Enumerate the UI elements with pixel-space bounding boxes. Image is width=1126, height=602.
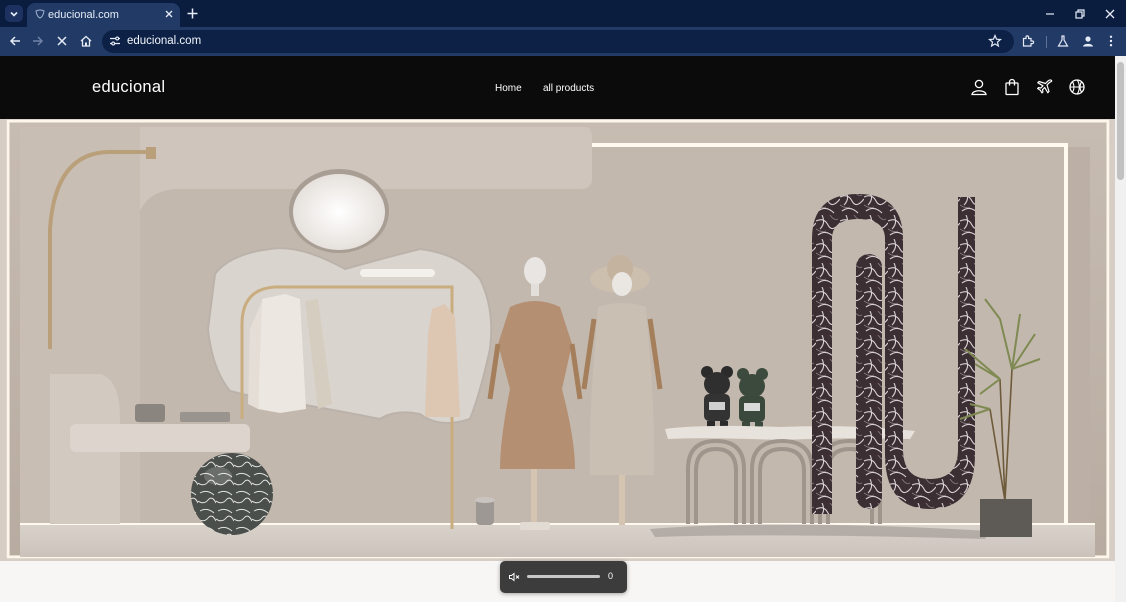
back-arrow-icon[interactable]: [8, 34, 22, 48]
browser-tab[interactable]: educional.com: [27, 3, 180, 27]
tab-search-button[interactable]: [5, 5, 23, 22]
page-scrollbar[interactable]: [1115, 56, 1126, 602]
account-user-icon[interactable]: [970, 78, 988, 96]
hero-showroom-image: [0, 119, 1115, 561]
home-icon[interactable]: [79, 34, 93, 48]
airplane-icon[interactable]: [1036, 78, 1054, 96]
bookmark-star-icon[interactable]: [988, 34, 1002, 48]
nav-link-all-products[interactable]: all products: [543, 83, 594, 94]
forward-arrow-icon[interactable]: [31, 34, 45, 48]
volume-control-bar: 0: [500, 561, 627, 593]
labs-flask-icon[interactable]: [1056, 34, 1070, 48]
nav-link-home[interactable]: Home: [495, 83, 522, 94]
volume-value: 0: [608, 571, 614, 581]
hero-banner: [0, 119, 1115, 561]
close-window-icon[interactable]: [1103, 7, 1117, 21]
profile-avatar-icon[interactable]: [1081, 34, 1095, 48]
chevron-down-icon: [10, 11, 18, 17]
site-favicon-icon: [35, 9, 45, 19]
restore-icon[interactable]: [1073, 7, 1087, 21]
address-bar[interactable]: educional.com: [102, 30, 1014, 53]
muted-speaker-icon[interactable]: [508, 571, 520, 583]
new-tab-icon[interactable]: [186, 7, 199, 20]
volume-slider[interactable]: [527, 575, 600, 578]
stop-loading-icon[interactable]: [55, 34, 69, 48]
minimize-icon[interactable]: [1043, 7, 1057, 21]
shopping-bag-icon[interactable]: [1003, 78, 1021, 96]
page-viewport: educional Home all products 0: [0, 56, 1126, 602]
browser-tab-strip: educional.com: [0, 0, 1126, 27]
browser-toolbar: educional.com: [0, 27, 1126, 56]
site-header: educional Home all products: [0, 56, 1115, 119]
toolbar-divider: [1046, 36, 1047, 48]
extensions-puzzle-icon[interactable]: [1021, 34, 1035, 48]
tab-title: educional.com: [48, 9, 119, 21]
close-tab-icon[interactable]: [163, 8, 175, 20]
site-logo[interactable]: educional: [92, 78, 165, 97]
more-menu-icon[interactable]: [1104, 34, 1118, 48]
scrollbar-thumb[interactable]: [1117, 62, 1124, 180]
site-info-icon[interactable]: [109, 35, 121, 47]
url-text[interactable]: educional.com: [127, 35, 201, 47]
basketball-icon[interactable]: [1068, 78, 1086, 96]
